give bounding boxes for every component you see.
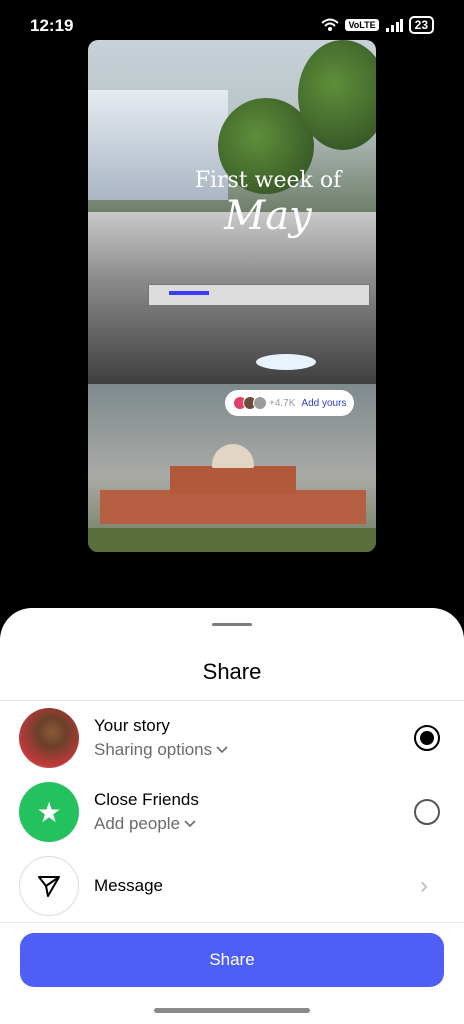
close-friends-radio[interactable] xyxy=(414,799,440,825)
close-friends-row[interactable]: ★ Close Friends Add people xyxy=(0,776,464,848)
signal-icon xyxy=(385,19,403,32)
avatar xyxy=(19,708,79,768)
story-preview: First week of May xyxy=(88,40,376,552)
close-friends-avatar: ★ xyxy=(19,782,79,842)
wifi-icon xyxy=(321,18,340,31)
story-title-line2: May xyxy=(224,193,312,239)
message-row[interactable]: Message › xyxy=(0,850,464,922)
story-title: First week of May xyxy=(188,168,348,238)
drag-handle[interactable] xyxy=(212,623,252,626)
lawn xyxy=(88,528,376,552)
battery-icon: 23 xyxy=(408,16,434,34)
star-icon: ★ xyxy=(36,796,62,828)
close-friends-label: Close Friends xyxy=(94,790,199,809)
status-icons: VoLTE 23 xyxy=(321,16,434,34)
volte-badge: VoLTE xyxy=(345,19,379,31)
navigation-bar xyxy=(0,1000,464,1024)
add-yours-sticker[interactable]: +4.7K Add yours xyxy=(225,390,355,416)
status-time: 12:19 xyxy=(30,16,74,35)
ceiling-panel xyxy=(148,284,370,306)
sharing-options-label: Sharing options xyxy=(94,740,213,759)
your-story-label: Your story xyxy=(94,716,170,735)
story-title-line1: First week of xyxy=(194,168,342,193)
divider xyxy=(0,700,464,701)
participant-avatars xyxy=(233,396,267,410)
add-yours-label[interactable]: Add yours xyxy=(301,398,346,409)
sharing-options-link[interactable]: Sharing options xyxy=(94,740,228,760)
tomb-image xyxy=(100,444,366,524)
divider xyxy=(0,922,464,923)
chevron-right-icon[interactable]: › xyxy=(420,872,428,900)
add-people-link[interactable]: Add people xyxy=(94,814,196,834)
your-story-radio[interactable] xyxy=(414,725,440,751)
your-story-row[interactable]: Your story Sharing options xyxy=(0,702,464,774)
share-button[interactable]: Share xyxy=(20,933,444,987)
home-indicator[interactable] xyxy=(154,1008,310,1013)
add-people-label: Add people xyxy=(94,814,181,833)
add-yours-count: +4.7K xyxy=(269,397,296,409)
chevron-down-icon xyxy=(184,820,196,828)
chevron-down-icon xyxy=(216,746,228,754)
share-sheet: Share Your story Sharing options ★ Close… xyxy=(0,608,464,1000)
sheet-title: Share xyxy=(202,659,262,684)
send-icon xyxy=(38,876,60,897)
ceiling-lamp xyxy=(256,354,316,370)
message-avatar xyxy=(19,856,79,916)
message-label: Message xyxy=(94,876,163,895)
